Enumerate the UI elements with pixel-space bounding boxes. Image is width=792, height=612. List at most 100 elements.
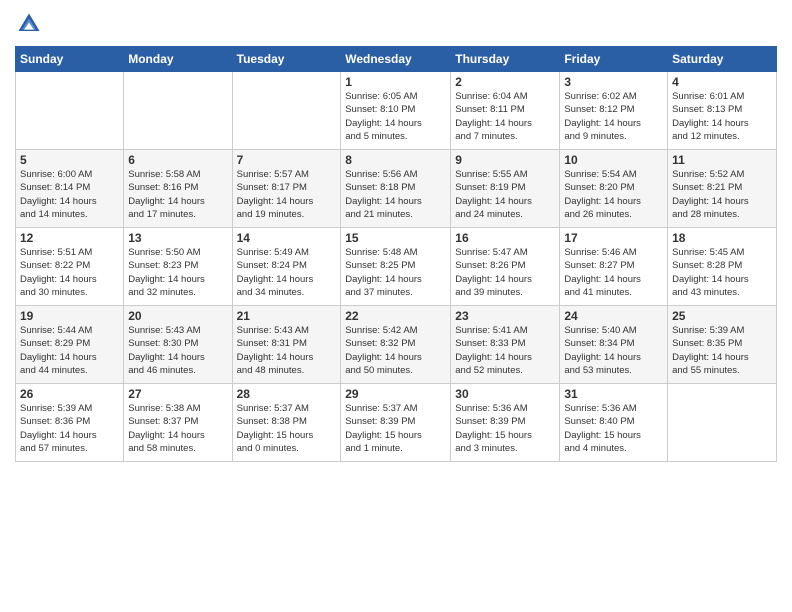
day-number: 23 [455,309,555,323]
calendar-cell: 15Sunrise: 5:48 AM Sunset: 8:25 PM Dayli… [341,228,451,306]
day-number: 1 [345,75,446,89]
day-info: Sunrise: 5:49 AM Sunset: 8:24 PM Dayligh… [237,246,337,299]
calendar-week-2: 5Sunrise: 6:00 AM Sunset: 8:14 PM Daylig… [16,150,777,228]
calendar-cell: 5Sunrise: 6:00 AM Sunset: 8:14 PM Daylig… [16,150,124,228]
day-info: Sunrise: 6:02 AM Sunset: 8:12 PM Dayligh… [564,90,663,143]
calendar-week-3: 12Sunrise: 5:51 AM Sunset: 8:22 PM Dayli… [16,228,777,306]
day-info: Sunrise: 5:39 AM Sunset: 8:36 PM Dayligh… [20,402,119,455]
day-number: 27 [128,387,227,401]
day-number: 28 [237,387,337,401]
day-info: Sunrise: 5:58 AM Sunset: 8:16 PM Dayligh… [128,168,227,221]
calendar-cell: 2Sunrise: 6:04 AM Sunset: 8:11 PM Daylig… [451,72,560,150]
calendar-header-row: SundayMondayTuesdayWednesdayThursdayFrid… [16,47,777,72]
calendar-header-monday: Monday [124,47,232,72]
day-number: 15 [345,231,446,245]
day-info: Sunrise: 5:41 AM Sunset: 8:33 PM Dayligh… [455,324,555,377]
day-info: Sunrise: 5:37 AM Sunset: 8:39 PM Dayligh… [345,402,446,455]
day-info: Sunrise: 6:04 AM Sunset: 8:11 PM Dayligh… [455,90,555,143]
calendar-cell: 7Sunrise: 5:57 AM Sunset: 8:17 PM Daylig… [232,150,341,228]
day-info: Sunrise: 5:38 AM Sunset: 8:37 PM Dayligh… [128,402,227,455]
day-number: 30 [455,387,555,401]
day-number: 31 [564,387,663,401]
calendar-cell [16,72,124,150]
day-number: 22 [345,309,446,323]
calendar-cell: 10Sunrise: 5:54 AM Sunset: 8:20 PM Dayli… [560,150,668,228]
day-number: 20 [128,309,227,323]
day-number: 24 [564,309,663,323]
calendar-cell: 14Sunrise: 5:49 AM Sunset: 8:24 PM Dayli… [232,228,341,306]
day-number: 21 [237,309,337,323]
day-number: 8 [345,153,446,167]
calendar-cell: 13Sunrise: 5:50 AM Sunset: 8:23 PM Dayli… [124,228,232,306]
day-number: 11 [672,153,772,167]
day-info: Sunrise: 5:40 AM Sunset: 8:34 PM Dayligh… [564,324,663,377]
calendar-cell: 21Sunrise: 5:43 AM Sunset: 8:31 PM Dayli… [232,306,341,384]
calendar-cell: 22Sunrise: 5:42 AM Sunset: 8:32 PM Dayli… [341,306,451,384]
logo-icon [15,10,43,38]
calendar-week-5: 26Sunrise: 5:39 AM Sunset: 8:36 PM Dayli… [16,384,777,462]
calendar-cell: 20Sunrise: 5:43 AM Sunset: 8:30 PM Dayli… [124,306,232,384]
day-number: 12 [20,231,119,245]
day-info: Sunrise: 5:48 AM Sunset: 8:25 PM Dayligh… [345,246,446,299]
calendar-table: SundayMondayTuesdayWednesdayThursdayFrid… [15,46,777,462]
day-info: Sunrise: 5:37 AM Sunset: 8:38 PM Dayligh… [237,402,337,455]
calendar-cell [668,384,777,462]
day-number: 10 [564,153,663,167]
calendar-cell: 17Sunrise: 5:46 AM Sunset: 8:27 PM Dayli… [560,228,668,306]
day-info: Sunrise: 5:47 AM Sunset: 8:26 PM Dayligh… [455,246,555,299]
calendar-cell: 1Sunrise: 6:05 AM Sunset: 8:10 PM Daylig… [341,72,451,150]
calendar-header-tuesday: Tuesday [232,47,341,72]
calendar-cell: 25Sunrise: 5:39 AM Sunset: 8:35 PM Dayli… [668,306,777,384]
calendar-cell: 8Sunrise: 5:56 AM Sunset: 8:18 PM Daylig… [341,150,451,228]
calendar-cell: 23Sunrise: 5:41 AM Sunset: 8:33 PM Dayli… [451,306,560,384]
day-info: Sunrise: 5:36 AM Sunset: 8:39 PM Dayligh… [455,402,555,455]
calendar-cell: 12Sunrise: 5:51 AM Sunset: 8:22 PM Dayli… [16,228,124,306]
day-number: 4 [672,75,772,89]
day-info: Sunrise: 5:36 AM Sunset: 8:40 PM Dayligh… [564,402,663,455]
calendar-cell [124,72,232,150]
day-info: Sunrise: 5:45 AM Sunset: 8:28 PM Dayligh… [672,246,772,299]
day-info: Sunrise: 5:42 AM Sunset: 8:32 PM Dayligh… [345,324,446,377]
day-info: Sunrise: 5:44 AM Sunset: 8:29 PM Dayligh… [20,324,119,377]
day-number: 5 [20,153,119,167]
day-number: 16 [455,231,555,245]
calendar-week-4: 19Sunrise: 5:44 AM Sunset: 8:29 PM Dayli… [16,306,777,384]
calendar-cell: 24Sunrise: 5:40 AM Sunset: 8:34 PM Dayli… [560,306,668,384]
calendar-cell: 28Sunrise: 5:37 AM Sunset: 8:38 PM Dayli… [232,384,341,462]
day-number: 17 [564,231,663,245]
day-info: Sunrise: 6:05 AM Sunset: 8:10 PM Dayligh… [345,90,446,143]
calendar-cell: 4Sunrise: 6:01 AM Sunset: 8:13 PM Daylig… [668,72,777,150]
day-info: Sunrise: 5:51 AM Sunset: 8:22 PM Dayligh… [20,246,119,299]
calendar-header-friday: Friday [560,47,668,72]
day-info: Sunrise: 5:56 AM Sunset: 8:18 PM Dayligh… [345,168,446,221]
calendar-header-sunday: Sunday [16,47,124,72]
header [15,10,777,38]
calendar-cell: 16Sunrise: 5:47 AM Sunset: 8:26 PM Dayli… [451,228,560,306]
day-number: 25 [672,309,772,323]
calendar-cell: 18Sunrise: 5:45 AM Sunset: 8:28 PM Dayli… [668,228,777,306]
day-number: 19 [20,309,119,323]
calendar-cell: 27Sunrise: 5:38 AM Sunset: 8:37 PM Dayli… [124,384,232,462]
day-info: Sunrise: 5:54 AM Sunset: 8:20 PM Dayligh… [564,168,663,221]
calendar-header-thursday: Thursday [451,47,560,72]
calendar-cell: 26Sunrise: 5:39 AM Sunset: 8:36 PM Dayli… [16,384,124,462]
day-number: 26 [20,387,119,401]
day-info: Sunrise: 5:57 AM Sunset: 8:17 PM Dayligh… [237,168,337,221]
day-info: Sunrise: 5:43 AM Sunset: 8:30 PM Dayligh… [128,324,227,377]
day-info: Sunrise: 6:01 AM Sunset: 8:13 PM Dayligh… [672,90,772,143]
day-info: Sunrise: 5:39 AM Sunset: 8:35 PM Dayligh… [672,324,772,377]
day-number: 7 [237,153,337,167]
calendar-cell: 31Sunrise: 5:36 AM Sunset: 8:40 PM Dayli… [560,384,668,462]
calendar-cell [232,72,341,150]
day-info: Sunrise: 5:55 AM Sunset: 8:19 PM Dayligh… [455,168,555,221]
day-info: Sunrise: 5:46 AM Sunset: 8:27 PM Dayligh… [564,246,663,299]
day-info: Sunrise: 5:43 AM Sunset: 8:31 PM Dayligh… [237,324,337,377]
day-number: 9 [455,153,555,167]
calendar-cell: 30Sunrise: 5:36 AM Sunset: 8:39 PM Dayli… [451,384,560,462]
day-info: Sunrise: 6:00 AM Sunset: 8:14 PM Dayligh… [20,168,119,221]
day-number: 14 [237,231,337,245]
day-number: 29 [345,387,446,401]
logo [15,10,47,38]
calendar-cell: 19Sunrise: 5:44 AM Sunset: 8:29 PM Dayli… [16,306,124,384]
day-number: 3 [564,75,663,89]
